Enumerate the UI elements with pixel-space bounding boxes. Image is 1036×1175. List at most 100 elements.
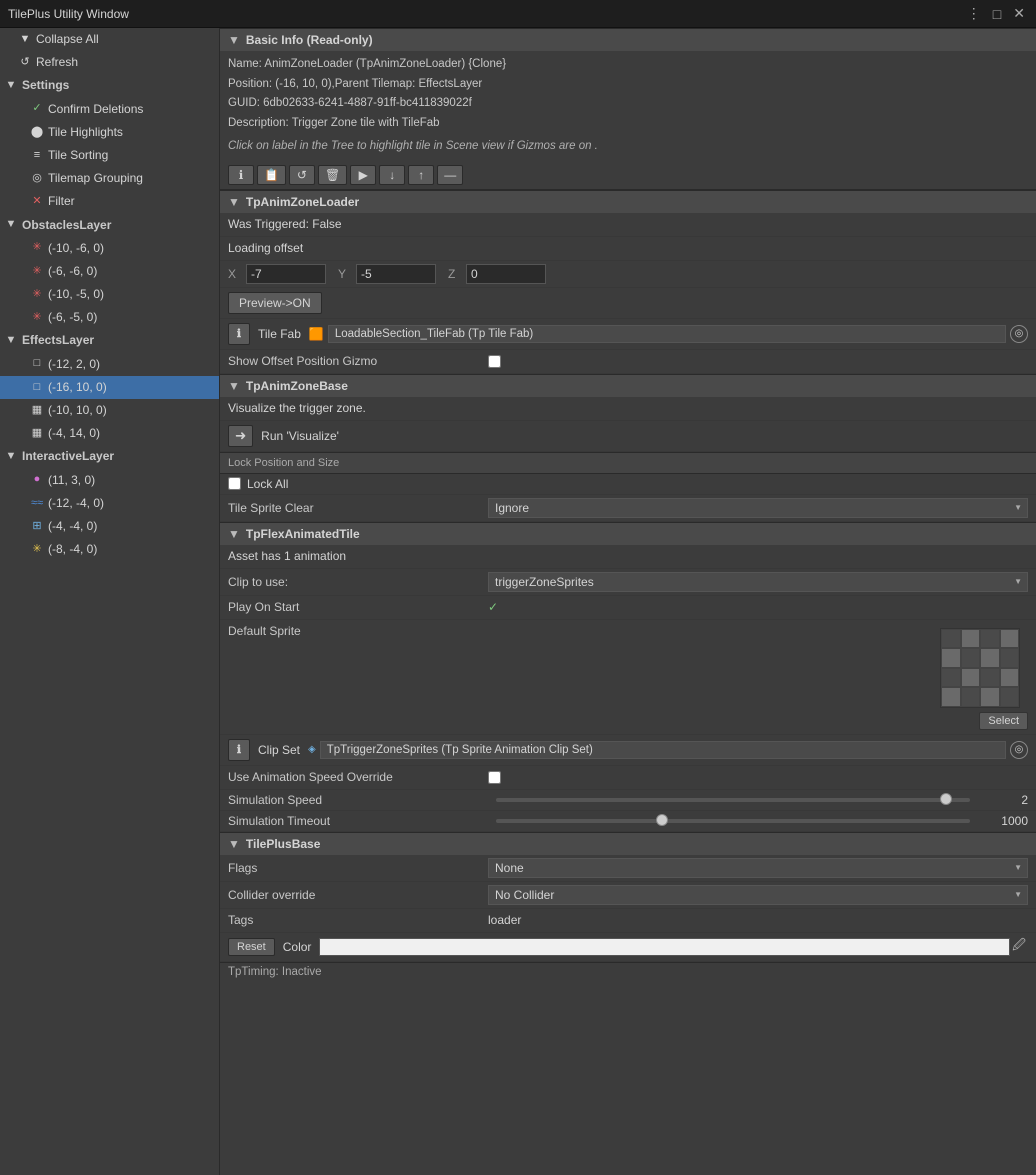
sprite-preview-area: Select	[488, 624, 1028, 730]
sidebar-item-refresh[interactable]: ↺ Refresh	[0, 51, 219, 74]
collider-override-dropdown[interactable]: No Collider	[488, 885, 1028, 905]
eyedropper-button[interactable]: 🖉	[1010, 936, 1028, 958]
lock-all-checkbox[interactable]	[228, 477, 241, 490]
section-basic-info[interactable]: ▼ Basic Info (Read-only)	[220, 28, 1036, 51]
delete-button[interactable]: 🗑	[318, 165, 347, 185]
sidebar-item-effects-layer[interactable]: ▼ EffectsLayer	[0, 329, 219, 352]
sidebar-label-eff3: (-10, 10, 0)	[48, 401, 107, 420]
section-tileplusbase[interactable]: ▼ TilePlusBase	[220, 832, 1036, 855]
tile-fab-value: LoadableSection_TileFab (Tp Tile Fab)	[328, 325, 1006, 343]
sidebar-item-tile-sorting[interactable]: ≡ Tile Sorting	[0, 144, 219, 167]
close-icon[interactable]: ✕	[1010, 5, 1028, 22]
basic-info-toolbar: ℹ 📋 ↺ 🗑 ▶ ↓ ↑ —	[220, 161, 1036, 190]
color-row: Reset Color 🖉	[220, 933, 1036, 962]
x-input[interactable]	[246, 264, 326, 284]
sidebar-label-int2: (-12, -4, 0)	[48, 494, 104, 513]
section-tpflexanimatedtile[interactable]: ▼ TpFlexAnimatedTile	[220, 522, 1036, 545]
asset-info-row: Asset has 1 animation	[220, 545, 1036, 569]
chevron-tileplusbase: ▼	[228, 837, 240, 851]
sidebar-item-eff3[interactable]: ▦ (-10, 10, 0)	[0, 399, 219, 422]
section-tpanimzonebase[interactable]: ▼ TpAnimZoneBase	[220, 374, 1036, 397]
star-icon-obs1: ✳	[30, 239, 44, 257]
play-on-start-check: ✓	[488, 600, 498, 614]
minus-button[interactable]: —	[437, 165, 463, 185]
sidebar-item-filter[interactable]: ✕ Filter	[0, 190, 219, 213]
flags-dropdown[interactable]: None	[488, 858, 1028, 878]
tile-fab-target-button[interactable]: ◎	[1010, 325, 1028, 343]
down-button[interactable]: ↓	[379, 165, 405, 185]
section-tpanimzoneloader[interactable]: ▼ TpAnimZoneLoader	[220, 190, 1036, 213]
color-field[interactable]	[319, 938, 1010, 956]
collider-override-label: Collider override	[228, 888, 488, 902]
maximize-icon[interactable]: □	[990, 6, 1004, 22]
info-position-line: Position: (-16, 10, 0),Parent Tilemap: E…	[228, 75, 1028, 95]
y-input[interactable]	[356, 264, 436, 284]
grid-icon-int3: ⊞	[30, 518, 44, 536]
clip-set-icon: ◈	[308, 744, 316, 755]
refresh-button[interactable]: ↺	[289, 165, 315, 185]
tp-timing-label: TpTiming: Inactive	[228, 966, 322, 978]
play-button[interactable]: ▶	[350, 165, 376, 185]
simulation-speed-row: Simulation Speed 2	[220, 790, 1036, 811]
sidebar-item-confirm-deletions[interactable]: ✓ Confirm Deletions	[0, 98, 219, 121]
flags-dropdown-wrapper: None	[488, 858, 1028, 878]
sidebar-item-int1[interactable]: ● (11, 3, 0)	[0, 469, 219, 492]
preview-button[interactable]: Preview->ON	[228, 292, 322, 314]
simulation-speed-track[interactable]	[496, 798, 970, 802]
sprite-cell-11	[980, 668, 1000, 688]
show-offset-checkbox[interactable]	[488, 355, 501, 368]
sidebar-item-interactive-layer[interactable]: ▼ InteractiveLayer	[0, 445, 219, 468]
select-button[interactable]: Select	[979, 712, 1028, 730]
sidebar-item-collapse-all[interactable]: ▼ Collapse All	[0, 28, 219, 51]
info-button[interactable]: ℹ	[228, 165, 254, 185]
up-button[interactable]: ↑	[408, 165, 434, 185]
sidebar-item-tilemap-grouping[interactable]: ◎ Tilemap Grouping	[0, 167, 219, 190]
sidebar-item-eff2[interactable]: □ (-16, 10, 0)	[0, 376, 219, 399]
clip-set-target-button[interactable]: ◎	[1010, 741, 1028, 759]
filter-icon: ✕	[30, 193, 44, 211]
lock-all-label: Lock All	[247, 477, 288, 491]
sidebar-item-settings[interactable]: ▼ Settings	[0, 74, 219, 97]
sidebar-item-obstacles-layer[interactable]: ▼ ObstaclesLayer	[0, 214, 219, 237]
sidebar-item-int4[interactable]: ✳ (-8, -4, 0)	[0, 538, 219, 561]
simulation-timeout-track[interactable]	[496, 819, 970, 823]
y-label: Y	[338, 267, 352, 281]
star-icon-obs3: ✳	[30, 286, 44, 304]
sidebar-label-tile-highlights: Tile Highlights	[48, 123, 123, 142]
clip-set-info-button[interactable]: ℹ	[228, 739, 250, 761]
sprite-cell-15	[980, 687, 1000, 707]
menu-icon[interactable]: ⋮	[964, 5, 984, 22]
section-title-tileplusbase: TilePlusBase	[246, 837, 320, 851]
tile-sprite-clear-dropdown[interactable]: Ignore	[488, 498, 1028, 518]
run-visualize-arrow[interactable]: ➜	[228, 425, 253, 447]
lock-section-header: Lock Position and Size	[220, 452, 1036, 474]
sidebar-label-refresh: Refresh	[36, 53, 78, 72]
z-label: Z	[448, 267, 462, 281]
tile-fab-info-button[interactable]: ℹ	[228, 323, 250, 345]
simulation-timeout-row: Simulation Timeout 1000	[220, 811, 1036, 832]
sidebar-item-obs1[interactable]: ✳ (-10, -6, 0)	[0, 237, 219, 260]
sidebar-item-obs4[interactable]: ✳ (-6, -5, 0)	[0, 306, 219, 329]
sidebar-item-eff4[interactable]: ▦ (-4, 14, 0)	[0, 422, 219, 445]
chevron-basic-info: ▼	[228, 33, 240, 47]
reset-button[interactable]: Reset	[228, 938, 275, 956]
sidebar-item-int2[interactable]: ≈≈ (-12, -4, 0)	[0, 492, 219, 515]
list-icon: ≡	[30, 147, 44, 165]
sidebar-item-eff1[interactable]: □ (-12, 2, 0)	[0, 353, 219, 376]
info-hint: Click on label in the Tree to highlight …	[228, 137, 1028, 157]
clip-to-use-dropdown[interactable]: triggerZoneSprites	[488, 572, 1028, 592]
sidebar-item-obs2[interactable]: ✳ (-6, -6, 0)	[0, 260, 219, 283]
sidebar-item-tile-highlights[interactable]: ⬤ Tile Highlights	[0, 121, 219, 144]
sidebar-item-int3[interactable]: ⊞ (-4, -4, 0)	[0, 515, 219, 538]
simulation-speed-thumb[interactable]	[940, 793, 952, 805]
sidebar-item-obs3[interactable]: ✳ (-10, -5, 0)	[0, 283, 219, 306]
simulation-timeout-thumb[interactable]	[656, 814, 668, 826]
sprite-cell-9	[941, 668, 961, 688]
chevron-tpflexanimatedtile: ▼	[228, 527, 240, 541]
simulation-timeout-value: 1000	[978, 814, 1028, 828]
grid-icon-eff3: ▦	[30, 402, 44, 420]
z-input[interactable]	[466, 264, 546, 284]
copy-button[interactable]: 📋	[257, 165, 286, 185]
use-anim-speed-checkbox[interactable]	[488, 771, 501, 784]
info-guid-line: GUID: 6db02633-6241-4887-91ff-bc41183902…	[228, 94, 1028, 114]
